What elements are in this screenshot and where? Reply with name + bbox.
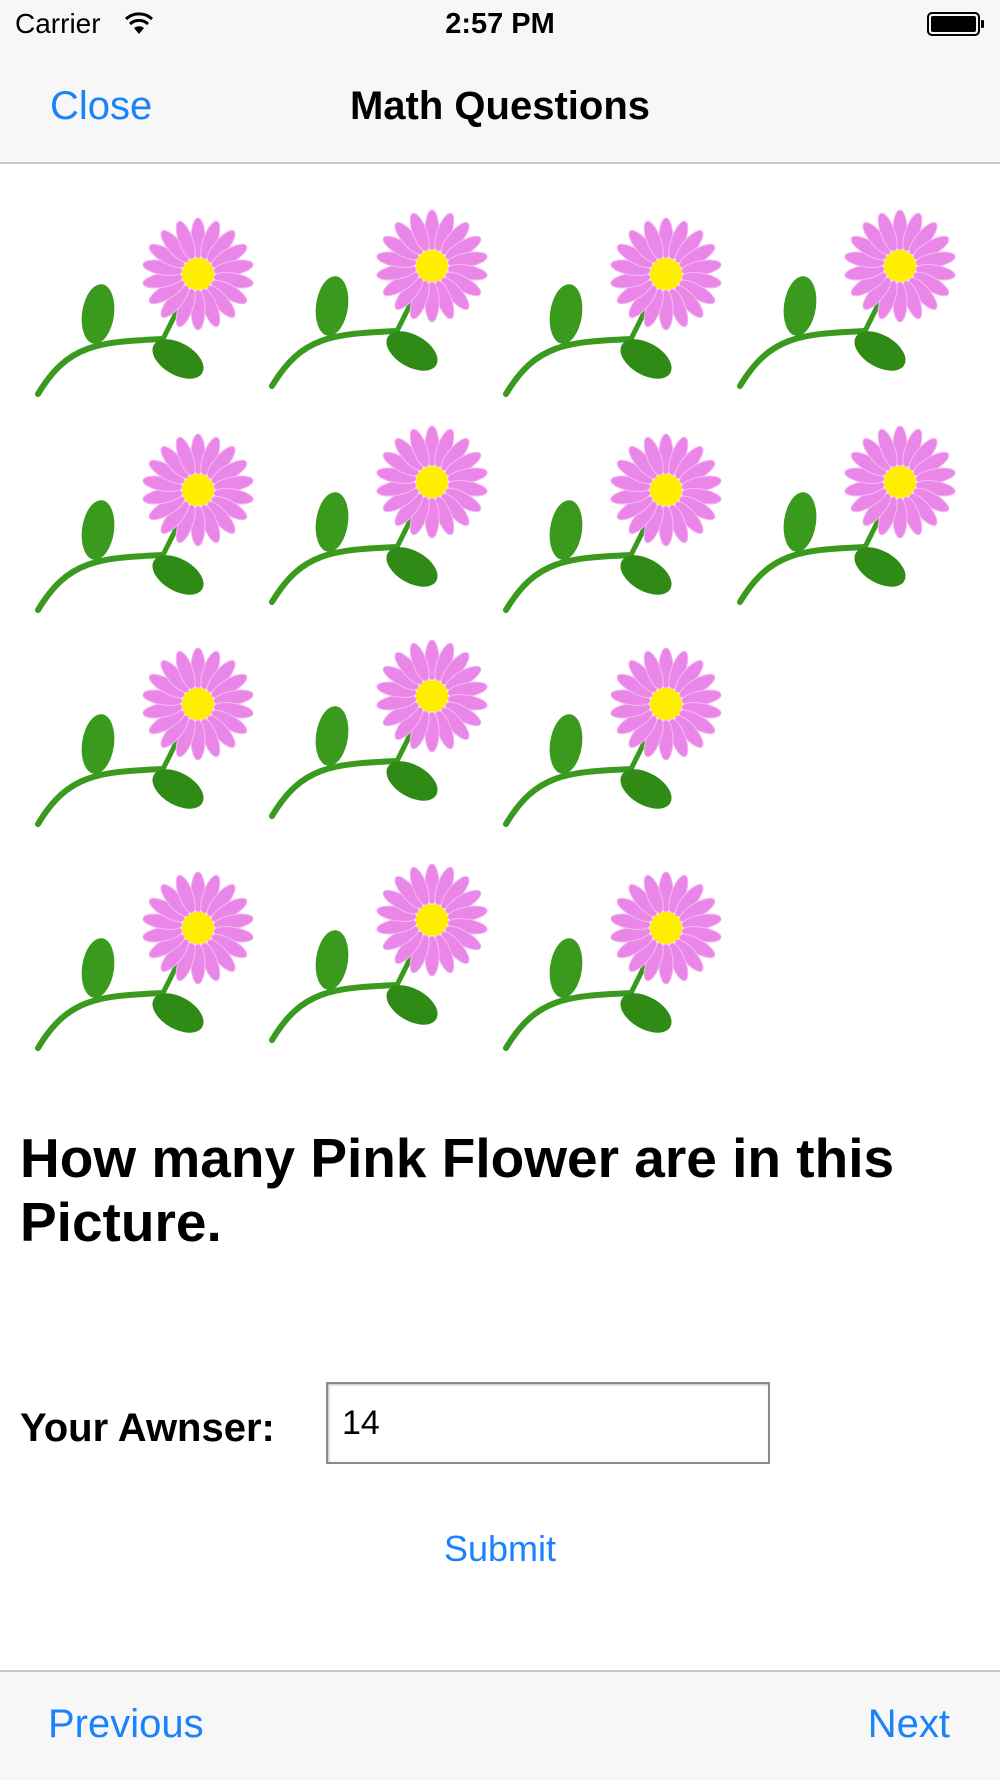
- previous-button[interactable]: Previous: [48, 1702, 204, 1747]
- pink-flower-icon: [28, 214, 258, 414]
- status-bar: Carrier 2:57 PM: [0, 0, 1000, 50]
- navigation-bar: Close Math Questions: [0, 50, 1000, 164]
- pink-flower-icon: [28, 644, 258, 844]
- pink-flower-icon: [28, 430, 258, 630]
- battery-icon: [927, 12, 984, 36]
- answer-input[interactable]: [326, 1382, 770, 1464]
- pink-flower-icon: [262, 636, 492, 836]
- pink-flower-icon: [262, 422, 492, 622]
- pink-flower-icon: [28, 868, 258, 1068]
- pink-flower-icon: [496, 868, 726, 1068]
- pink-flower-icon: [496, 214, 726, 414]
- pink-flower-icon: [730, 422, 960, 622]
- pink-flower-icon: [262, 860, 492, 1060]
- clock: 2:57 PM: [445, 8, 555, 40]
- pink-flower-icon: [496, 430, 726, 630]
- flower-picture: [0, 164, 1000, 1094]
- submit-button[interactable]: Submit: [0, 1528, 1000, 1570]
- pink-flower-icon: [262, 206, 492, 406]
- page-title: Math Questions: [349, 84, 651, 128]
- next-button[interactable]: Next: [868, 1702, 950, 1747]
- question-text: How many Pink Flower are in this Picture…: [20, 1127, 895, 1253]
- bottom-toolbar: Previous Next: [0, 1670, 1000, 1780]
- answer-label: Your Awnser:: [20, 1406, 275, 1450]
- pink-flower-icon: [496, 644, 726, 844]
- pink-flower-icon: [730, 206, 960, 406]
